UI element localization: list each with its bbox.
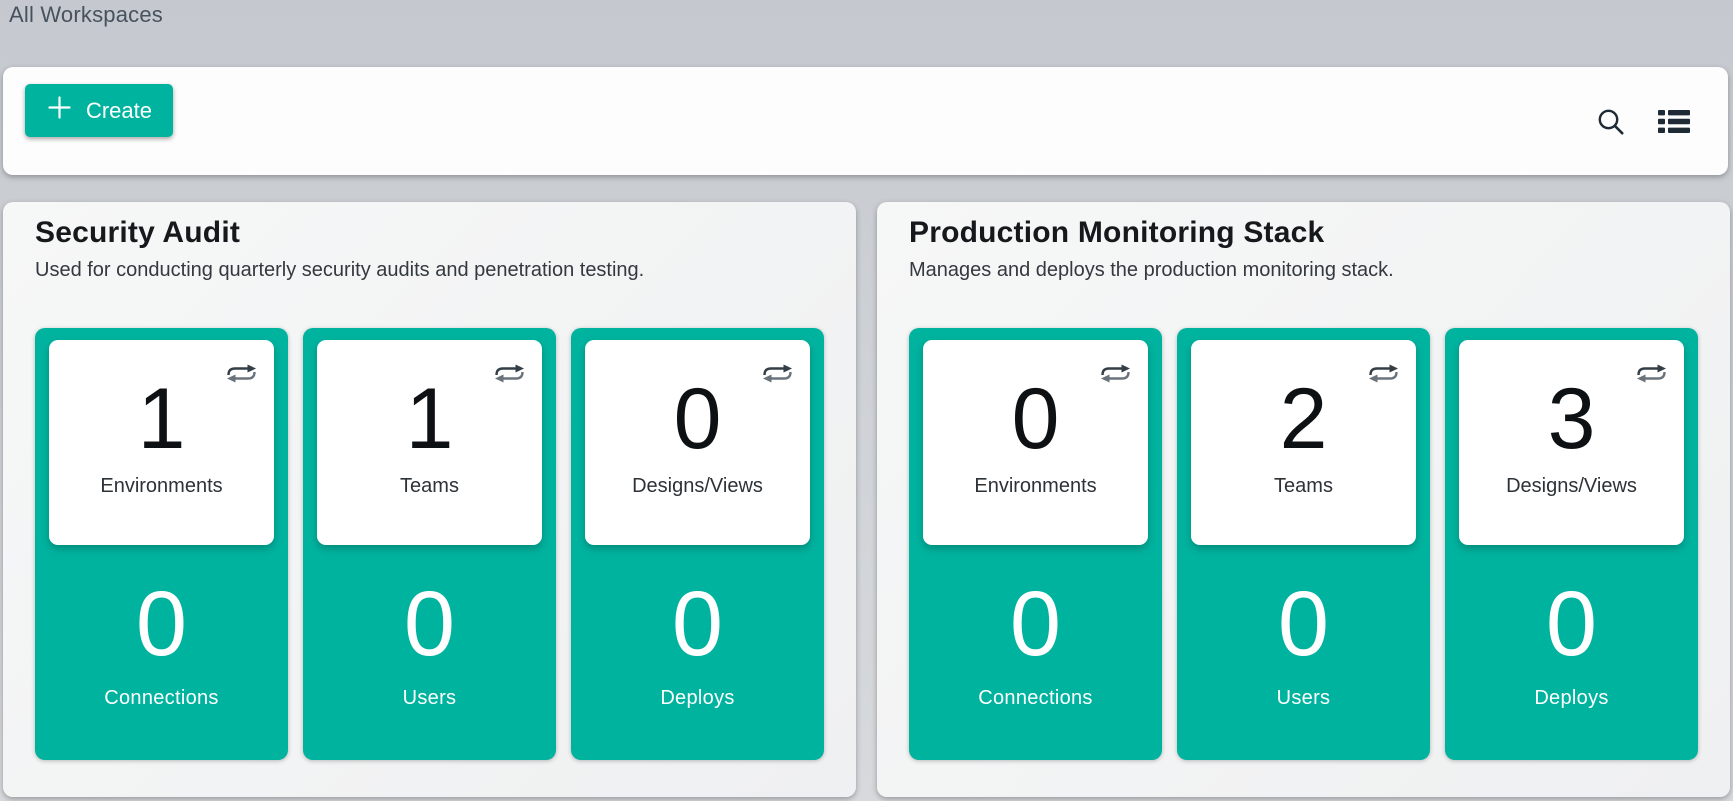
- stat-tile-bottom[interactable]: 0 Deploys: [1445, 545, 1698, 710]
- workspace-card-production-monitoring-stack[interactable]: Production Monitoring Stack Manages and …: [877, 202, 1730, 797]
- stat-tile-teams[interactable]: 1 Teams 0 Users: [303, 328, 556, 760]
- stat-value: 3: [1459, 340, 1684, 462]
- stat-secondary-value: 0: [1177, 545, 1430, 670]
- view-list-icon[interactable]: [1658, 108, 1690, 135]
- swap-arrows-icon[interactable]: [1099, 360, 1132, 387]
- stat-label: Teams: [1191, 475, 1416, 498]
- stat-value: 0: [923, 340, 1148, 462]
- stat-tile-top[interactable]: 2 Teams: [1191, 340, 1416, 545]
- workspace-title: Production Monitoring Stack: [909, 216, 1698, 250]
- stat-tile-designs-views[interactable]: 3 Designs/Views 0 Deploys: [1445, 328, 1698, 760]
- stat-secondary-value: 0: [35, 545, 288, 670]
- stat-value: 1: [49, 340, 274, 462]
- stat-secondary-value: 0: [1445, 545, 1698, 670]
- create-workspace-button[interactable]: Create: [25, 84, 173, 137]
- stat-tile-top[interactable]: 1 Teams: [317, 340, 542, 545]
- stat-label: Environments: [923, 475, 1148, 498]
- stat-secondary-label: Users: [303, 687, 556, 710]
- swap-arrows-icon[interactable]: [1635, 360, 1668, 387]
- stat-tile-top[interactable]: 1 Environments: [49, 340, 274, 545]
- stat-secondary-value: 0: [571, 545, 824, 670]
- toolbar-icons: [1595, 67, 1690, 175]
- swap-arrows-icon[interactable]: [493, 360, 526, 387]
- stat-tile-bottom[interactable]: 0 Deploys: [571, 545, 824, 710]
- stat-label: Environments: [49, 475, 274, 498]
- workspace-cards-row: Security Audit Used for conducting quart…: [3, 202, 1730, 797]
- stat-label: Designs/Views: [585, 475, 810, 498]
- stat-tile-environments[interactable]: 0 Environments 0 Connections: [909, 328, 1162, 760]
- stat-value: 0: [585, 340, 810, 462]
- stat-label: Designs/Views: [1459, 475, 1684, 498]
- stat-tile-designs-views[interactable]: 0 Designs/Views 0 Deploys: [571, 328, 824, 760]
- stat-tile-top[interactable]: 0 Environments: [923, 340, 1148, 545]
- toolbar-card: Create: [3, 67, 1728, 175]
- page-title: All Workspaces: [9, 2, 163, 28]
- stat-secondary-value: 0: [303, 545, 556, 670]
- stat-secondary-label: Connections: [909, 687, 1162, 710]
- swap-arrows-icon[interactable]: [1367, 360, 1400, 387]
- stat-tile-bottom[interactable]: 0 Users: [303, 545, 556, 710]
- stat-secondary-label: Deploys: [571, 687, 824, 710]
- stat-tile-top[interactable]: 0 Designs/Views: [585, 340, 810, 545]
- stat-tile-bottom[interactable]: 0 Users: [1177, 545, 1430, 710]
- workspace-card-security-audit[interactable]: Security Audit Used for conducting quart…: [3, 202, 856, 797]
- stat-tile-environments[interactable]: 1 Environments 0 Connections: [35, 328, 288, 760]
- stat-secondary-value: 0: [909, 545, 1162, 670]
- swap-arrows-icon[interactable]: [225, 360, 258, 387]
- stat-label: Teams: [317, 475, 542, 498]
- stat-value: 2: [1191, 340, 1416, 462]
- stat-tile-top[interactable]: 3 Designs/Views: [1459, 340, 1684, 545]
- workspaces-page: All Workspaces Create Security Audit Use…: [0, 0, 1733, 801]
- stat-secondary-label: Deploys: [1445, 687, 1698, 710]
- workspace-description: Used for conducting quarterly security a…: [35, 258, 824, 282]
- stat-tiles: 1 Environments 0 Connections 1 Teams: [35, 328, 824, 760]
- workspace-title: Security Audit: [35, 216, 824, 250]
- create-button-label: Create: [86, 98, 152, 124]
- stat-tiles: 0 Environments 0 Connections 2 Teams: [909, 328, 1698, 760]
- stat-tile-bottom[interactable]: 0 Connections: [35, 545, 288, 710]
- stat-tile-bottom[interactable]: 0 Connections: [909, 545, 1162, 710]
- swap-arrows-icon[interactable]: [761, 360, 794, 387]
- search-icon[interactable]: [1595, 106, 1626, 137]
- stat-value: 1: [317, 340, 542, 462]
- stat-tile-teams[interactable]: 2 Teams 0 Users: [1177, 328, 1430, 760]
- workspace-description: Manages and deploys the production monit…: [909, 258, 1698, 282]
- plus-icon: [46, 94, 73, 127]
- stat-secondary-label: Connections: [35, 687, 288, 710]
- stat-secondary-label: Users: [1177, 687, 1430, 710]
